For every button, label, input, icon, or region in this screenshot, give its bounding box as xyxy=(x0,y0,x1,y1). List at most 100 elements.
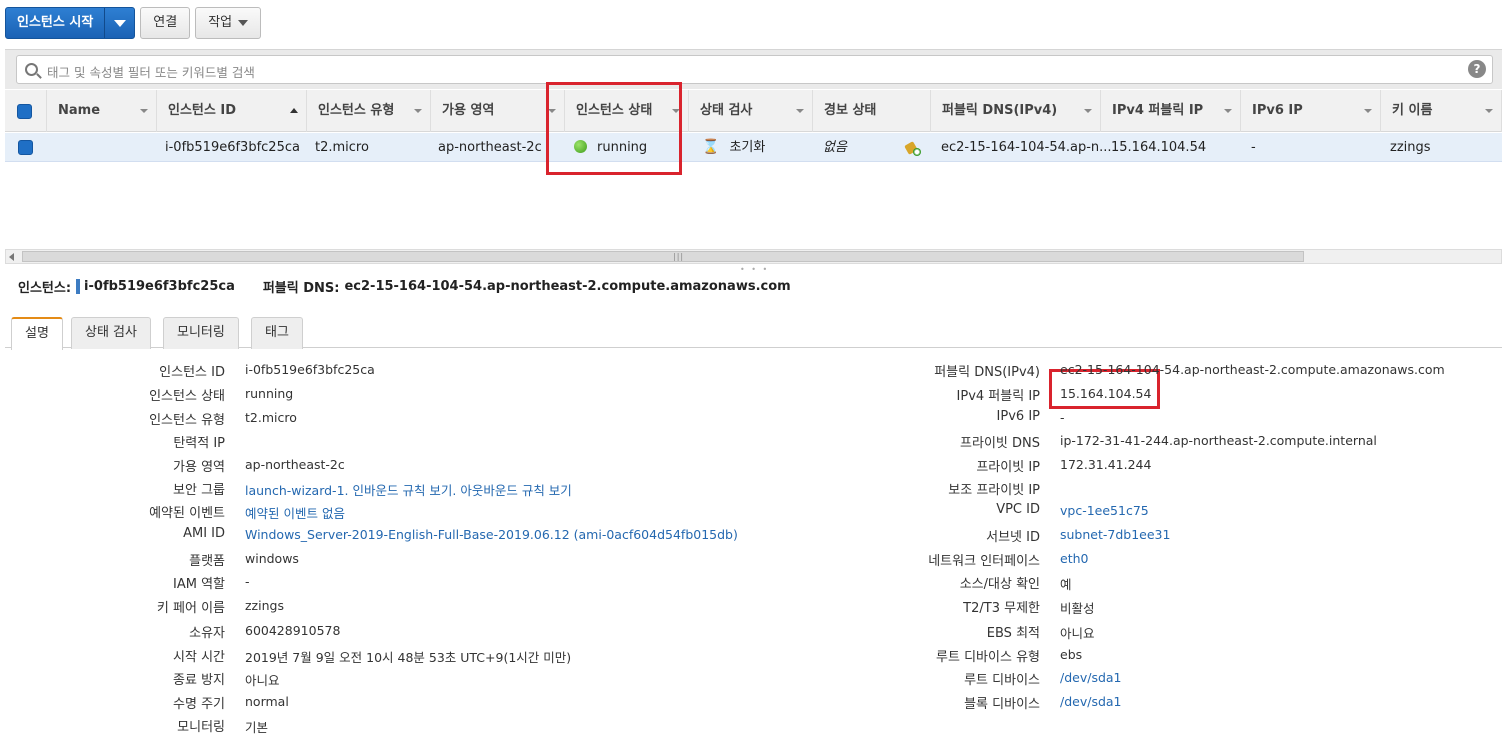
tab-description[interactable]: 설명 xyxy=(11,317,63,350)
col-label: 상태 검사 xyxy=(700,103,753,118)
actions-button[interactable]: 작업 xyxy=(195,7,262,39)
launch-instance-label[interactable]: 인스턴스 시작 xyxy=(6,8,104,38)
alarm-add-icon[interactable] xyxy=(903,138,923,157)
detail-value: 600428910578 xyxy=(245,623,341,638)
detail-label: 키 페어 이름 xyxy=(156,601,225,616)
detail-label: 보안 그룹 xyxy=(173,483,225,498)
detail-value: 아니요 xyxy=(1060,626,1095,641)
select-all-cell xyxy=(5,90,47,132)
detail-value: - xyxy=(245,574,250,589)
detail-label: 플랫폼 xyxy=(189,554,225,569)
table-row[interactable]: i-0fb519e6f3bfc25ca t2.micro ap-northeas… xyxy=(5,133,1502,162)
detail-label: 모니터링 xyxy=(177,720,225,735)
ami-id-link[interactable]: Windows_Server-2019-English-Full-Base-20… xyxy=(245,527,738,542)
tab-monitoring[interactable]: 모니터링 xyxy=(163,317,239,349)
panel-resize-handle[interactable]: • • • xyxy=(740,265,769,274)
detail-tabs: 설명 상태 검사 모니터링 태그 xyxy=(5,314,1502,350)
col-alarm-status[interactable]: 경보 상태 xyxy=(813,90,931,132)
detail-value: 아니요 xyxy=(245,673,280,688)
search-icon xyxy=(25,63,38,76)
detail-label: 수명 주기 xyxy=(173,697,225,712)
col-key-name[interactable]: 키 이름 xyxy=(1381,90,1502,132)
row-status-check: ⌛ 초기화 xyxy=(702,133,765,162)
col-ipv6[interactable]: IPv6 IP xyxy=(1241,90,1381,132)
filter-bar: 태그 및 속성별 필터 또는 키워드별 검색 ? xyxy=(5,49,1502,89)
row-ipv6: - xyxy=(1251,140,1256,155)
scroll-left-icon[interactable] xyxy=(9,253,14,261)
detail-label: T2/T3 무제한 xyxy=(963,601,1040,616)
detail-label: 블록 디바이스 xyxy=(964,697,1040,712)
scrollbar-thumb[interactable]: ||| xyxy=(22,251,1304,262)
horizontal-scrollbar[interactable]: ||| xyxy=(5,249,1502,264)
launch-dropdown-button[interactable] xyxy=(104,8,134,38)
security-group-link[interactable]: launch-wizard-1. 인바운드 규칙 보기. 아웃바운드 규칙 보기 xyxy=(245,480,572,499)
row-status-check-text: 초기화 xyxy=(729,140,766,155)
detail-value: - xyxy=(1060,410,1065,425)
detail-label: VPC ID xyxy=(996,502,1040,517)
actions-label: 작업 xyxy=(208,15,233,30)
detail-value: 172.31.41.244 xyxy=(1060,457,1152,472)
vpc-id-link[interactable]: vpc-1ee51c75 xyxy=(1060,503,1149,518)
col-ipv4[interactable]: IPv4 퍼블릭 IP xyxy=(1101,90,1241,132)
row-instance-id: i-0fb519e6f3bfc25ca xyxy=(165,140,300,155)
sort-icon xyxy=(414,109,422,113)
detail-value: i-0fb519e6f3bfc25ca xyxy=(245,362,375,377)
row-instance-type: t2.micro xyxy=(315,140,369,155)
detail-label: 프라이빗 DNS xyxy=(960,436,1040,451)
row-ipv4: 15.164.104.54 xyxy=(1111,140,1207,155)
help-icon[interactable]: ? xyxy=(1468,60,1486,78)
detail-label: EBS 최적 xyxy=(986,626,1040,641)
col-label: 경보 상태 xyxy=(824,103,877,118)
toolbar: 인스턴스 시작 연결 작업 xyxy=(5,7,262,39)
connect-button[interactable]: 연결 xyxy=(140,7,191,39)
root-device-link[interactable]: /dev/sda1 xyxy=(1060,670,1122,685)
subnet-id-link[interactable]: subnet-7db1ee31 xyxy=(1060,527,1170,542)
sort-icon xyxy=(1485,109,1493,113)
tab-status-checks[interactable]: 상태 검사 xyxy=(71,317,151,349)
col-status-check[interactable]: 상태 검사 xyxy=(689,90,813,132)
detail-value: windows xyxy=(245,551,299,566)
col-zone[interactable]: 가용 영역 xyxy=(431,90,565,132)
launch-instance-button[interactable]: 인스턴스 시작 xyxy=(5,7,136,39)
col-label: 인스턴스 유형 xyxy=(318,103,395,118)
detail-value: 예 xyxy=(1060,577,1072,592)
col-label: 퍼블릭 DNS(IPv4) xyxy=(942,103,1058,118)
select-all-checkbox[interactable] xyxy=(17,104,32,119)
highlight-box-state xyxy=(546,82,682,175)
detail-value: 기본 xyxy=(245,720,269,735)
detail-label: 보조 프라이빗 IP xyxy=(948,483,1040,498)
col-instance-type[interactable]: 인스턴스 유형 xyxy=(307,90,431,132)
instance-color-bar xyxy=(76,279,81,294)
sort-icon xyxy=(1084,109,1092,113)
detail-value: ip-172-31-41-244.ap-northeast-2.compute.… xyxy=(1060,433,1377,448)
detail-value: 2019년 7월 9일 오전 10시 48분 53초 UTC+9(1시간 미만) xyxy=(245,650,572,665)
detail-label: 종료 방지 xyxy=(173,673,225,688)
row-checkbox[interactable] xyxy=(18,140,33,155)
dns-value: ec2-15-164-104-54.ap-northeast-2.compute… xyxy=(344,279,791,294)
detail-label: IPv6 IP xyxy=(996,409,1040,424)
detail-value: normal xyxy=(245,694,289,709)
sort-icon xyxy=(796,109,804,113)
detail-label: 서브넷 ID xyxy=(986,530,1040,545)
network-interface-link[interactable]: eth0 xyxy=(1060,551,1088,566)
col-public-dns[interactable]: 퍼블릭 DNS(IPv4) xyxy=(931,90,1101,132)
detail-label: 루트 디바이스 xyxy=(964,673,1040,688)
detail-label: IAM 역할 xyxy=(173,577,225,592)
table-header: Name 인스턴스 ID 인스턴스 유형 가용 영역 인스턴스 상태 상태 검사… xyxy=(5,90,1502,132)
col-label: 인스턴스 ID xyxy=(168,103,236,118)
search-input[interactable]: 태그 및 속성별 필터 또는 키워드별 검색 ? xyxy=(16,55,1493,84)
detail-header: 인스턴스: i-0fb519e6f3bfc25ca 퍼블릭 DNS: ec2-1… xyxy=(18,277,791,296)
detail-label: 프라이빗 IP xyxy=(976,460,1040,475)
detail-label: 가용 영역 xyxy=(173,460,225,475)
tab-tags[interactable]: 태그 xyxy=(251,317,303,349)
detail-label: 루트 디바이스 유형 xyxy=(936,650,1040,665)
block-device-link[interactable]: /dev/sda1 xyxy=(1060,694,1122,709)
detail-label: 퍼블릭 DNS(IPv4) xyxy=(934,365,1040,380)
col-instance-id[interactable]: 인스턴스 ID xyxy=(157,90,307,132)
detail-label: IPv4 퍼블릭 IP xyxy=(956,389,1040,404)
col-name[interactable]: Name xyxy=(47,90,157,132)
detail-value: zzings xyxy=(245,598,284,613)
scheduled-events-link[interactable]: 예약된 이벤트 없음 xyxy=(245,503,345,522)
detail-label: 탄력적 IP xyxy=(173,436,225,451)
sort-icon xyxy=(140,109,148,113)
